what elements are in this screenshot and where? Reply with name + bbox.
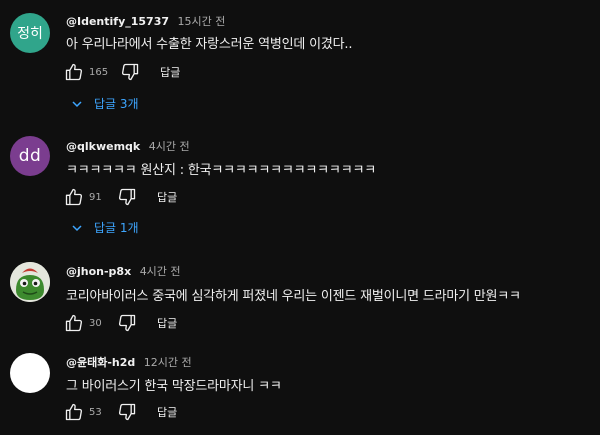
like-button[interactable] bbox=[62, 62, 86, 82]
view-replies-button[interactable]: 답글 1개 bbox=[72, 219, 139, 236]
replies-count-label: 답글 1개 bbox=[94, 221, 139, 235]
avatar[interactable]: dd bbox=[10, 136, 50, 176]
comment-text: 코리아바이러스 중국에 심각하게 퍼졌네 우리는 이젠드 재벌이니면 드라마기 … bbox=[66, 289, 521, 304]
like-count: 30 bbox=[89, 317, 102, 329]
comment-actions: 91 답글 bbox=[62, 187, 177, 207]
avatar[interactable]: 정히 bbox=[10, 13, 50, 53]
avatar[interactable] bbox=[10, 262, 50, 302]
comment-text: 아 우리나라에서 수출한 자랑스러운 역병인데 이겼다.. bbox=[66, 37, 353, 52]
reply-button[interactable]: 답글 bbox=[157, 404, 177, 420]
comment-actions: 53 답글 bbox=[62, 402, 177, 422]
reply-button[interactable]: 답글 bbox=[160, 64, 180, 80]
comment-header: @Identify_15737 15시간 전 bbox=[66, 13, 225, 29]
comment-text: 그 바이러스기 한국 막장드라마자니 ㅋㅋ bbox=[66, 379, 282, 394]
chevron-down-icon bbox=[72, 99, 82, 109]
comment-author[interactable]: @qlkwemqk bbox=[66, 140, 140, 153]
view-replies-button[interactable]: 답글 3개 bbox=[72, 95, 139, 112]
comment-header: @qlkwemqk 4시간 전 bbox=[66, 138, 190, 154]
chevron-down-icon bbox=[72, 223, 82, 233]
thumb-down-icon bbox=[118, 188, 136, 206]
thumb-up-icon bbox=[65, 63, 83, 81]
thumb-down-icon bbox=[118, 314, 136, 332]
like-count: 53 bbox=[89, 406, 102, 418]
comment-time[interactable]: 12시간 전 bbox=[144, 356, 192, 369]
like-button[interactable] bbox=[62, 313, 86, 333]
reply-button[interactable]: 답글 bbox=[157, 315, 177, 331]
avatar-initials: 정히 bbox=[17, 26, 43, 42]
comment-time[interactable]: 15시간 전 bbox=[178, 15, 226, 28]
comment-author[interactable]: @Identify_15737 bbox=[66, 15, 169, 28]
thumb-down-icon bbox=[122, 63, 139, 81]
comment-time[interactable]: 4시간 전 bbox=[149, 140, 190, 153]
like-button[interactable] bbox=[62, 187, 86, 207]
dislike-button[interactable] bbox=[118, 62, 142, 82]
frog-avatar-icon bbox=[10, 262, 50, 302]
dislike-button[interactable] bbox=[115, 187, 139, 207]
thumb-down-icon bbox=[118, 403, 136, 421]
comment-time[interactable]: 4시간 전 bbox=[140, 265, 181, 278]
avatar-initials: dd bbox=[18, 146, 42, 166]
like-count: 91 bbox=[89, 191, 102, 203]
like-button[interactable] bbox=[62, 402, 86, 422]
comment-text: ㅋㅋㅋㅋㅋㅋ 원산지 : 한국ㅋㅋㅋㅋㅋㅋㅋㅋㅋㅋㅋㅋㅋㅋ bbox=[66, 163, 376, 178]
comment-actions: 165 답글 bbox=[62, 62, 180, 82]
thumb-up-icon bbox=[65, 314, 83, 332]
comment-header: @윤태화-h2d 12시간 전 bbox=[66, 354, 192, 370]
comment-author[interactable]: @윤태화-h2d bbox=[66, 356, 135, 369]
like-count: 165 bbox=[89, 66, 109, 78]
dislike-button[interactable] bbox=[115, 313, 139, 333]
avatar[interactable] bbox=[10, 353, 50, 393]
thumb-up-icon bbox=[65, 188, 83, 206]
comment-header: @jhon-p8x 4시간 전 bbox=[66, 263, 181, 279]
thumb-up-icon bbox=[65, 403, 83, 421]
comment-author[interactable]: @jhon-p8x bbox=[66, 265, 131, 278]
reply-button[interactable]: 답글 bbox=[157, 189, 177, 205]
comment-actions: 30 답글 bbox=[62, 313, 177, 333]
replies-count-label: 답글 3개 bbox=[94, 97, 139, 111]
dislike-button[interactable] bbox=[115, 402, 139, 422]
